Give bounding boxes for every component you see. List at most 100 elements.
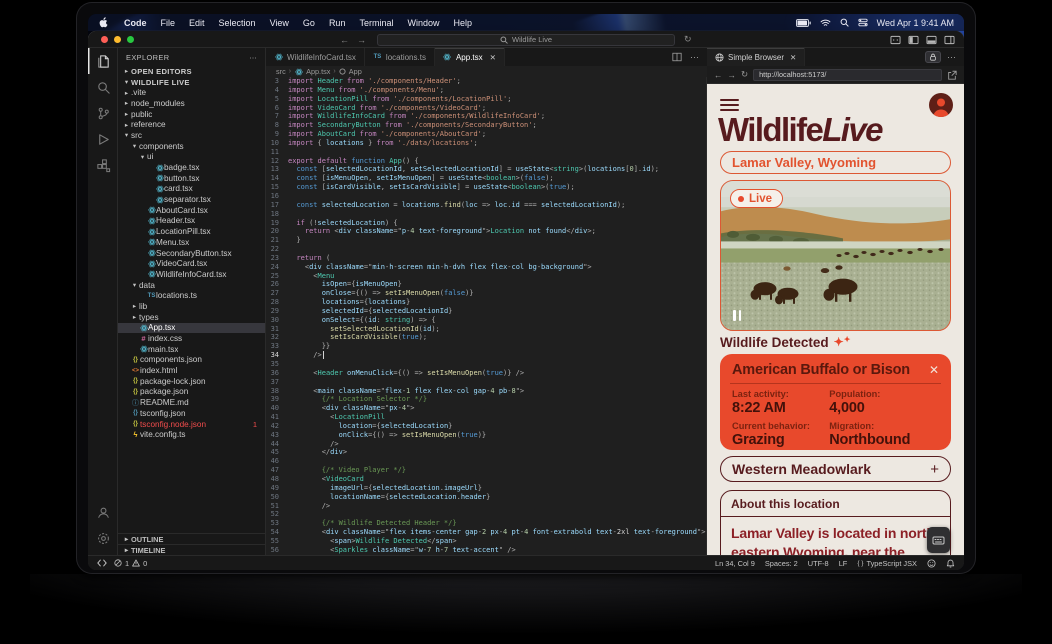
code-line-50[interactable]: 50 locationName={selectedLocation.header… — [266, 493, 706, 502]
status-spaces-2[interactable]: Spaces: 2 — [765, 559, 798, 568]
battery-icon[interactable] — [796, 19, 811, 27]
breadcrumb[interactable]: src›App.tsx›App — [266, 66, 707, 77]
apple-menu[interactable] — [98, 17, 109, 28]
menu-bar-clock[interactable]: Wed Apr 1 9:41 AM — [877, 18, 954, 28]
tab-locations-ts[interactable]: TSlocations.ts — [365, 48, 435, 66]
code-line-4[interactable]: 4import Menu from './components/Menu'; — [266, 86, 706, 95]
code-line-22[interactable]: 22 — [266, 245, 706, 254]
code-line-14[interactable]: 14 const [isMenuOpen, setIsMenuOpen] = u… — [266, 174, 706, 183]
code-line-52[interactable]: 52 — [266, 510, 706, 519]
menu-view[interactable]: View — [270, 18, 289, 28]
toggle-panel-icon[interactable] — [926, 35, 937, 45]
code-line-19[interactable]: 19 if (!selectedLocation) { — [266, 219, 706, 228]
code-line-8[interactable]: 8import SecondaryButton from './componen… — [266, 121, 706, 130]
code-line-54[interactable]: 54 <div className="flex items-center gap… — [266, 528, 706, 537]
code-line-11[interactable]: 11 — [266, 148, 706, 157]
code-line-38[interactable]: 38 <main className="flex-1 flex flex-col… — [266, 387, 706, 396]
browser-forward-icon[interactable]: → — [728, 70, 737, 80]
tree-item-src[interactable]: ▾src — [118, 130, 265, 141]
open-editors-section[interactable]: ▸OPEN EDITORS — [118, 66, 265, 77]
video-card[interactable]: Live — [720, 180, 951, 331]
code-line-33[interactable]: 33 }} — [266, 342, 706, 351]
tree-item-index-html[interactable]: <>index.html — [118, 365, 265, 376]
code-line-13[interactable]: 13 const [selectedLocationId, setSelecte… — [266, 165, 706, 174]
tree-item-tsconfig-node-json[interactable]: {}tsconfig.node.json1 — [118, 419, 265, 430]
outline-section[interactable]: ▸OUTLINE — [118, 533, 266, 544]
notifications-bell-icon[interactable] — [946, 559, 955, 568]
code-line-41[interactable]: 41 <LocationPill — [266, 413, 706, 422]
tree-item-menu-tsx[interactable]: Menu.tsx — [118, 237, 265, 248]
code-line-56[interactable]: 56 <Sparkles className="w-7 h-7 text-acc… — [266, 546, 706, 555]
tree-item-button-tsx[interactable]: button.tsx — [118, 173, 265, 184]
code-line-43[interactable]: 43 onClick={() => setIsMenuOpen(true)} — [266, 431, 706, 440]
open-external-icon[interactable] — [947, 70, 957, 80]
tree-item-public[interactable]: ▸public — [118, 109, 265, 120]
tree-item-index-css[interactable]: #index.css — [118, 333, 265, 344]
menu-file[interactable]: File — [161, 18, 176, 28]
close-tab-icon[interactable]: ✕ — [490, 53, 496, 62]
lock-icon[interactable] — [925, 51, 941, 63]
extensions-icon[interactable] — [88, 152, 118, 178]
editor-more-icon[interactable]: ⋯ — [690, 52, 699, 63]
feedback-smiley-icon[interactable] — [927, 559, 936, 568]
code-line-48[interactable]: 48 <VideoCard — [266, 475, 706, 484]
status-utf-8[interactable]: UTF-8 — [808, 559, 829, 568]
status-ln-34-col-9[interactable]: Ln 34, Col 9 — [715, 559, 755, 568]
tree-item-badge-tsx[interactable]: badge.tsx — [118, 162, 265, 173]
customize-layout-icon[interactable] — [890, 35, 901, 45]
problems-indicator[interactable]: 1 0 — [114, 559, 147, 568]
url-input[interactable] — [753, 69, 942, 81]
close-card-icon[interactable]: ✕ — [929, 364, 939, 376]
code-line-45[interactable]: 45 </div> — [266, 448, 706, 457]
code-line-47[interactable]: 47 {/* Video Player */} — [266, 466, 706, 475]
tree-item-reference[interactable]: ▸reference — [118, 119, 265, 130]
tree-item-types[interactable]: ▸types — [118, 312, 265, 323]
code-line-24[interactable]: 24 <div className="min-h-screen min-h-dv… — [266, 263, 706, 272]
code-line-21[interactable]: 21 } — [266, 236, 706, 245]
timeline-section[interactable]: ▸TIMELINE — [118, 544, 266, 555]
tree-item-data[interactable]: ▾data — [118, 280, 265, 291]
back-icon[interactable]: ← — [340, 35, 349, 45]
tree-item-node-modules[interactable]: ▸node_modules — [118, 98, 265, 109]
menu-code[interactable]: Code — [124, 18, 147, 28]
code-line-35[interactable]: 35 — [266, 360, 706, 369]
floating-keyboard-button[interactable] — [927, 527, 950, 553]
code-line-39[interactable]: 39 {/* Location Selector */} — [266, 395, 706, 404]
panel-more-icon[interactable]: ⋯ — [947, 52, 956, 63]
menu-run[interactable]: Run — [329, 18, 346, 28]
code-line-28[interactable]: 28 locations={locations} — [266, 298, 706, 307]
breadcrumb-app[interactable]: App — [349, 67, 362, 76]
tree-item-aboutcard-tsx[interactable]: AboutCard.tsx — [118, 205, 265, 216]
status-lf[interactable]: LF — [839, 559, 848, 568]
tree-item-locations-ts[interactable]: TSlocations.ts — [118, 290, 265, 301]
tree-item-components-json[interactable]: {}components.json — [118, 355, 265, 366]
code-line-51[interactable]: 51 /> — [266, 502, 706, 511]
search-icon[interactable] — [88, 74, 118, 100]
root-folder-section[interactable]: ▾WILDLIFE LIVE — [118, 77, 265, 88]
explorer-more-icon[interactable]: ⋯ — [249, 53, 257, 62]
close-tab-icon[interactable]: ✕ — [790, 53, 796, 62]
breadcrumb-app.tsx[interactable]: App.tsx — [306, 67, 330, 76]
menu-edit[interactable]: Edit — [189, 18, 205, 28]
code-line-20[interactable]: 20 return <div className="p-4 text-foreg… — [266, 227, 706, 236]
code-line-31[interactable]: 31 setSelectedLocationId(id); — [266, 325, 706, 334]
menu-go[interactable]: Go — [303, 18, 315, 28]
explorer-icon[interactable] — [88, 48, 118, 74]
code-line-15[interactable]: 15 const [isCardVisible, setIsCardVisibl… — [266, 183, 706, 192]
tree-item-package-json[interactable]: {}package.json — [118, 387, 265, 398]
tree-item-vite-config-ts[interactable]: ϟvite.config.ts — [118, 429, 265, 440]
code-line-29[interactable]: 29 selectedId={selectedLocationId} — [266, 307, 706, 316]
tree-item--vite[interactable]: ▸.vite — [118, 87, 265, 98]
source-control-icon[interactable] — [88, 100, 118, 126]
tree-item-separator-tsx[interactable]: separator.tsx — [118, 194, 265, 205]
tree-item-card-tsx[interactable]: card.tsx — [118, 184, 265, 195]
breadcrumb-src[interactable]: src — [276, 67, 286, 76]
menu-terminal[interactable]: Terminal — [359, 18, 393, 28]
code-line-17[interactable]: 17 const selectedLocation = locations.fi… — [266, 201, 706, 210]
split-editor-icon[interactable] — [672, 52, 682, 62]
pause-button[interactable] — [733, 310, 741, 321]
tree-item-main-tsx[interactable]: main.tsx — [118, 344, 265, 355]
tree-item-readme-md[interactable]: ⓘREADME.md — [118, 397, 265, 408]
sync-icon[interactable]: ↻ — [684, 31, 692, 48]
code-line-53[interactable]: 53 {/* Wildlife Detected Header */} — [266, 519, 706, 528]
